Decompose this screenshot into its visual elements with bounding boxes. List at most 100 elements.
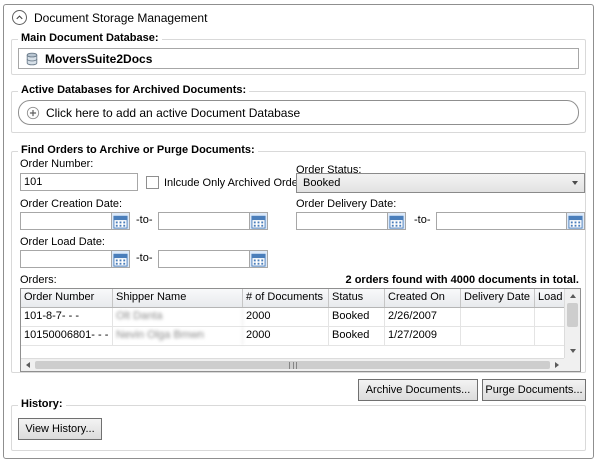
delivery-date-to-field — [436, 212, 585, 230]
find-orders-label: Find Orders to Archive or Purge Document… — [18, 144, 258, 156]
column-header-shipper-name[interactable]: Shipper Name — [113, 289, 243, 307]
order-load-date-label: Order Load Date: — [20, 236, 105, 248]
orders-table-body: 101-8-7- - -Olt Danta2000Booked2/26/2007… — [21, 308, 564, 358]
vertical-scrollbar[interactable] — [564, 289, 580, 358]
orders-table-header: Order NumberShipper Name# of DocumentsSt… — [21, 289, 564, 308]
table-cell — [461, 327, 535, 345]
calendar-icon — [113, 214, 128, 229]
table-cell: 10150006801- - - — [21, 327, 113, 345]
creation-date-from-input[interactable] — [20, 212, 111, 230]
horizontal-scrollbar[interactable] — [21, 358, 564, 371]
calendar-icon — [251, 214, 266, 229]
column-header-order-number[interactable]: Order Number — [21, 289, 113, 307]
view-history-button[interactable]: View History... — [18, 418, 102, 440]
table-cell — [535, 327, 564, 345]
order-number-input[interactable] — [20, 173, 138, 191]
panel-header: Document Storage Management — [12, 10, 207, 25]
horizontal-scrollbar-thumb[interactable] — [35, 361, 550, 369]
calendar-icon — [389, 214, 404, 229]
include-archived-checkbox[interactable] — [146, 176, 159, 189]
load-date-to-input[interactable] — [158, 250, 249, 268]
delivery-date-from-calendar-button[interactable] — [387, 212, 406, 230]
table-row[interactable]: 10150006801- - -Nevin Olga Bmwn2000Booke… — [21, 327, 564, 346]
main-database-box[interactable]: MoversSuite2Docs — [18, 48, 579, 69]
creation-date-to-field — [158, 212, 268, 230]
scrollbar-corner — [564, 358, 580, 371]
orders-summary: 2 orders found with 4000 documents in to… — [346, 274, 579, 286]
add-database-prompt: Click here to add an active Document Dat… — [46, 106, 300, 120]
delivery-date-to-calendar-button[interactable] — [566, 212, 585, 230]
calendar-icon — [113, 252, 128, 267]
calendar-icon — [568, 214, 583, 229]
table-cell: 1/27/2009 — [385, 327, 461, 345]
creation-date-to-calendar-button[interactable] — [249, 212, 268, 230]
scroll-left-arrow[interactable] — [21, 359, 35, 371]
triangle-right-icon — [555, 362, 559, 368]
document-storage-management-panel: Document Storage Management Main Documen… — [3, 4, 594, 459]
collapse-button[interactable] — [12, 10, 27, 25]
purge-documents-button[interactable]: Purge Documents... — [482, 379, 586, 401]
orders-table: Order NumberShipper Name# of DocumentsSt… — [20, 288, 581, 372]
triangle-down-icon — [570, 349, 576, 353]
date-range-separator: -to- — [136, 214, 153, 226]
table-cell — [535, 308, 564, 326]
order-creation-date-label: Order Creation Date: — [20, 198, 122, 210]
orders-label: Orders: — [20, 274, 57, 286]
table-cell: Nevin Olga Bmwn — [113, 327, 243, 345]
table-cell: 2/26/2007 — [385, 308, 461, 326]
database-icon — [25, 52, 39, 66]
chevron-up-icon — [14, 12, 25, 23]
triangle-left-icon — [26, 362, 30, 368]
order-number-label: Order Number: — [20, 158, 93, 170]
main-database-group: Main Document Database: MoversSuite2Docs — [11, 39, 586, 75]
vertical-scrollbar-thumb[interactable] — [567, 303, 578, 327]
table-cell: Booked — [329, 308, 385, 326]
calendar-icon — [251, 252, 266, 267]
table-cell: 2000 — [243, 308, 329, 326]
table-cell: 2000 — [243, 327, 329, 345]
load-date-from-field — [20, 250, 130, 268]
date-range-separator: -to- — [136, 252, 153, 264]
delivery-date-from-input[interactable] — [296, 212, 387, 230]
load-date-from-calendar-button[interactable] — [111, 250, 130, 268]
creation-date-from-calendar-button[interactable] — [111, 212, 130, 230]
add-database-button[interactable]: Click here to add an active Document Dat… — [18, 100, 579, 125]
archived-databases-group: Active Databases for Archived Documents:… — [11, 91, 586, 133]
main-database-label: Main Document Database: — [18, 32, 162, 44]
chevron-down-icon — [572, 181, 578, 185]
date-range-separator: -to- — [414, 214, 431, 226]
creation-date-from-field — [20, 212, 130, 230]
table-cell: 101-8-7- - - — [21, 308, 113, 326]
creation-date-to-input[interactable] — [158, 212, 249, 230]
table-cell: Booked — [329, 327, 385, 345]
history-label: History: — [18, 398, 66, 410]
archive-documents-button[interactable]: Archive Documents... — [358, 379, 478, 401]
order-delivery-date-label: Order Delivery Date: — [296, 198, 396, 210]
table-cell: Olt Danta — [113, 308, 243, 326]
scroll-up-arrow[interactable] — [565, 289, 580, 303]
find-orders-group: Find Orders to Archive or Purge Document… — [11, 151, 586, 373]
table-cell — [461, 308, 535, 326]
archived-databases-label: Active Databases for Archived Documents: — [18, 84, 249, 96]
column-header-delivery-date[interactable]: Delivery Date — [461, 289, 535, 307]
column-header-status[interactable]: Status — [329, 289, 385, 307]
load-date-from-input[interactable] — [20, 250, 111, 268]
include-archived-label: Inlcude Only Archived Orders — [164, 177, 307, 189]
delivery-date-to-input[interactable] — [436, 212, 566, 230]
load-date-to-calendar-button[interactable] — [249, 250, 268, 268]
scroll-down-arrow[interactable] — [565, 344, 580, 358]
order-status-dropdown[interactable]: Booked — [296, 173, 585, 193]
triangle-up-icon — [570, 294, 576, 298]
load-date-to-field — [158, 250, 268, 268]
scrollbar-grip-icon — [289, 362, 297, 369]
table-row[interactable]: 101-8-7- - -Olt Danta2000Booked2/26/2007 — [21, 308, 564, 327]
panel-title: Document Storage Management — [34, 11, 207, 25]
main-database-name: MoversSuite2Docs — [45, 52, 152, 66]
delivery-date-from-field — [296, 212, 406, 230]
scroll-right-arrow[interactable] — [550, 359, 564, 371]
order-status-value: Booked — [303, 177, 340, 189]
column-header-created-on[interactable]: Created On — [385, 289, 461, 307]
column-header-load-date[interactable]: Load Date — [535, 289, 564, 307]
column-header--of-documents[interactable]: # of Documents — [243, 289, 329, 307]
history-group: History: View History... — [11, 405, 586, 451]
